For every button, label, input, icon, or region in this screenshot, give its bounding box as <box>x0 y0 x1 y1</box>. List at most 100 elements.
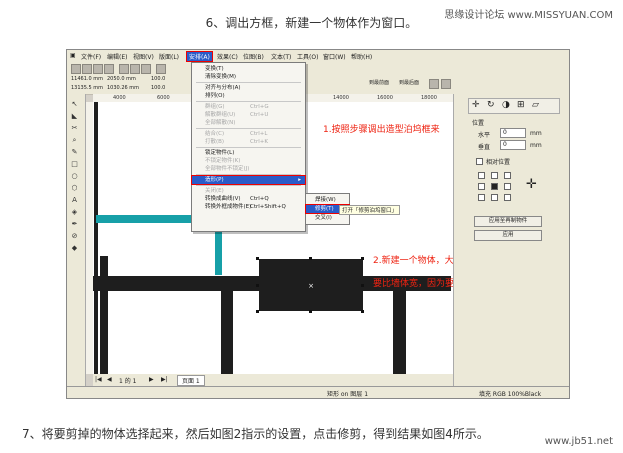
to-front-button[interactable]: 到最前面 <box>369 79 389 86</box>
polygon-tool-icon[interactable]: ⬡ <box>70 184 79 192</box>
menu-item[interactable]: 全部物件不锁定(J) <box>192 165 305 173</box>
zoom-tool-icon[interactable]: ⌕ <box>70 136 79 144</box>
to-back-button[interactable]: 到最后面 <box>399 79 419 86</box>
arrange-icon[interactable] <box>429 79 439 89</box>
next-page-icon[interactable]: ▶ <box>149 376 154 383</box>
menu-edit[interactable]: 编辑(E) <box>107 52 127 61</box>
rotate-icon[interactable]: ↻ <box>487 100 495 110</box>
menu-separator <box>196 128 301 129</box>
menu-layout[interactable]: 版面(L) <box>159 52 179 61</box>
prop-y[interactable]: 13135.5 mm <box>71 85 103 91</box>
submenu-weld[interactable]: 焊接(W) <box>306 196 349 204</box>
menu-item[interactable]: 全部解散(N) <box>192 119 305 127</box>
anchor-mc[interactable] <box>491 183 498 190</box>
prop-height[interactable]: 1030.26 mm <box>107 85 139 91</box>
text-tool-icon[interactable]: A <box>70 196 79 204</box>
menu-item[interactable]: 结合(C) Ctrl+L <box>192 130 305 138</box>
menu-effects[interactable]: 效果(C) <box>217 52 238 61</box>
status-bar: 矩形 on 图层 1 填充 RGB 100%Black <box>67 386 569 398</box>
menu-item[interactable]: 转换外框成物件(E) Ctrl+Shift+Q <box>192 203 305 211</box>
v-input[interactable]: 0 <box>500 140 526 150</box>
menu-bitmaps[interactable]: 位图(B) <box>243 52 264 61</box>
page-tab[interactable]: 页面 1 <box>177 375 205 386</box>
align-icon[interactable] <box>441 79 451 89</box>
rectangle-tool-icon[interactable]: □ <box>70 160 79 168</box>
menu-item[interactable]: 造形(P) ▸ <box>191 175 306 185</box>
menu-item[interactable]: 锁定物件(L) <box>192 149 305 157</box>
status-fill: 填充 RGB 100%Black <box>479 391 542 398</box>
interactive-fill-icon[interactable]: ◆ <box>70 244 79 252</box>
menu-item[interactable]: 不锁定物件(K) <box>192 157 305 165</box>
copy-icon[interactable] <box>130 64 140 74</box>
status-object: 矩形 on 图层 1 <box>327 391 369 398</box>
apply-to-duplicate-button[interactable]: 应用至再制物件 <box>474 216 542 227</box>
h-input[interactable]: 0 <box>500 128 526 138</box>
menu-item-label: 全部物件不锁定(J) <box>205 166 250 172</box>
menu-item-label: 对齐与分布(A) <box>205 85 241 91</box>
prev-page-icon[interactable]: ◀ <box>107 376 112 383</box>
paste-icon[interactable] <box>141 64 151 74</box>
menu-view[interactable]: 视图(V) <box>133 52 154 61</box>
menu-arrange[interactable]: 安排(A) <box>186 51 213 62</box>
menu-text[interactable]: 文本(T) <box>271 52 291 61</box>
pick-tool-icon[interactable]: ↖ <box>70 100 79 108</box>
anchor-br[interactable] <box>504 194 511 201</box>
menu-file[interactable]: 文件(F) <box>81 52 101 61</box>
anchor-bc[interactable] <box>491 194 498 201</box>
fill-tool-icon[interactable]: ◈ <box>70 208 79 216</box>
eyedropper-tool-icon[interactable]: ⊘ <box>70 232 79 240</box>
print-icon[interactable] <box>104 64 114 74</box>
submenu-intersect[interactable]: 交叉(I) <box>306 214 349 222</box>
menu-window[interactable]: 窗口(W) <box>323 52 346 61</box>
crop-tool-icon[interactable]: ✂ <box>70 124 79 132</box>
shape-tool-icon[interactable]: ◣ <box>70 112 79 120</box>
anchor-tl[interactable] <box>478 172 485 179</box>
anchor-ml[interactable] <box>478 183 485 190</box>
prop-width[interactable]: 2050.0 mm <box>107 76 136 82</box>
mirror-icon[interactable]: ◑ <box>502 100 510 110</box>
save-icon[interactable] <box>93 64 103 74</box>
menu-item[interactable]: 清除变换(M) <box>192 73 305 81</box>
annotation-note-1: 1.按照步骤调出造型泊坞框来 <box>323 125 440 135</box>
menu-separator <box>196 185 301 186</box>
menu-item[interactable]: 群组(G) Ctrl+G <box>192 103 305 111</box>
relative-position-checkbox[interactable] <box>476 158 483 165</box>
freehand-tool-icon[interactable]: ✎ <box>70 148 79 156</box>
open-icon[interactable] <box>82 64 92 74</box>
menu-item-shortcut: Ctrl+G <box>250 104 269 110</box>
undo-icon[interactable] <box>156 64 166 74</box>
new-icon[interactable] <box>71 64 81 74</box>
first-page-icon[interactable]: |◀ <box>95 376 102 383</box>
menu-item-label: 群组(G) <box>205 104 225 110</box>
menu-item-label: 排列(O) <box>205 93 225 99</box>
cut-icon[interactable] <box>119 64 129 74</box>
anchor-tr[interactable] <box>504 172 511 179</box>
ellipse-tool-icon[interactable]: ○ <box>70 172 79 180</box>
outline-tool-icon[interactable]: ✒ <box>70 220 79 228</box>
prop-x[interactable]: 11461.0 mm <box>71 76 103 82</box>
menu-item[interactable]: 对齐与分布(A) <box>192 84 305 92</box>
menu-item-label: 结合(C) <box>205 131 225 137</box>
menu-item[interactable]: 转换成曲线(V) Ctrl+Q <box>192 195 305 203</box>
prop-scale-x[interactable]: 100.0 <box>151 76 165 82</box>
anchor-mr[interactable] <box>504 183 511 190</box>
menu-item[interactable]: 变换(T) <box>192 65 305 73</box>
position-icon[interactable]: ✛ <box>472 100 480 110</box>
prop-scale-y[interactable]: 100.0 <box>151 85 165 91</box>
docker-title: 位置 <box>472 120 485 127</box>
menu-separator <box>196 147 301 148</box>
menu-item[interactable]: 打散(B) Ctrl+K <box>192 138 305 146</box>
menu-tools[interactable]: 工具(O) <box>297 52 318 61</box>
menu-item[interactable]: 解散群组(U) Ctrl+U <box>192 111 305 119</box>
menu-item[interactable]: 关闭(E) <box>192 187 305 195</box>
anchor-bl[interactable] <box>478 194 485 201</box>
menu-help[interactable]: 帮助(H) <box>351 52 372 61</box>
menu-item-label: 转换外框成物件(E) <box>205 204 252 210</box>
scale-icon[interactable]: ⊞ <box>517 100 525 110</box>
last-page-icon[interactable]: ▶| <box>161 376 168 383</box>
menu-item[interactable]: 排列(O) <box>192 92 305 100</box>
skew-icon[interactable]: ▱ <box>532 100 539 110</box>
anchor-tc[interactable] <box>491 172 498 179</box>
apply-button[interactable]: 应用 <box>474 230 542 241</box>
watermark-bottom: www.jb51.net <box>544 436 613 447</box>
